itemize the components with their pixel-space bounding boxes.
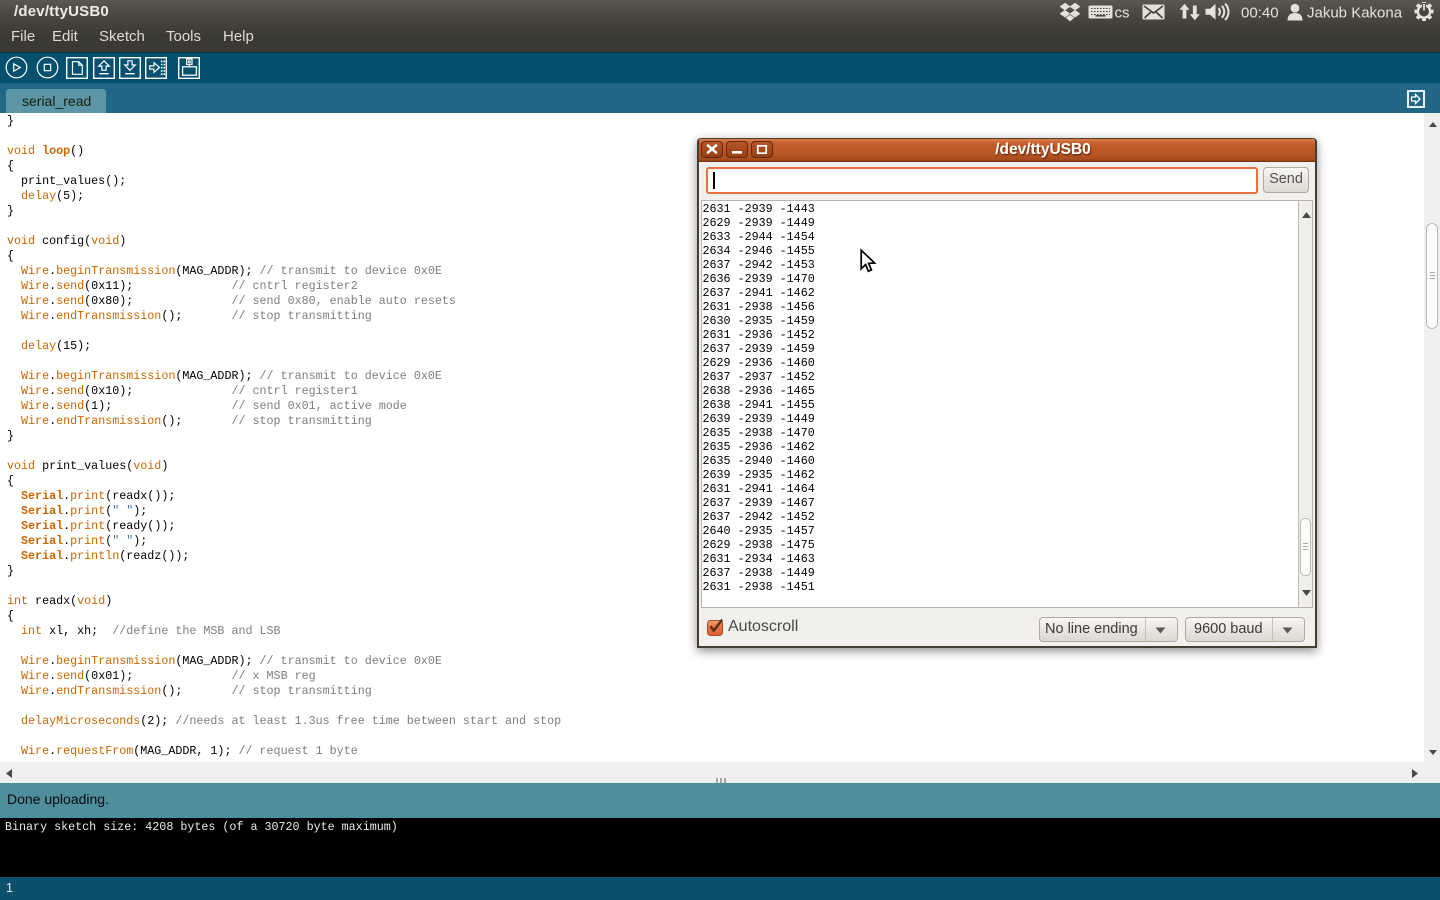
svg-text:cs: cs [1115, 5, 1130, 22]
svg-text:00:40: 00:40 [1241, 5, 1279, 22]
svg-text:Jakub Kakona: Jakub Kakona [1307, 5, 1403, 22]
